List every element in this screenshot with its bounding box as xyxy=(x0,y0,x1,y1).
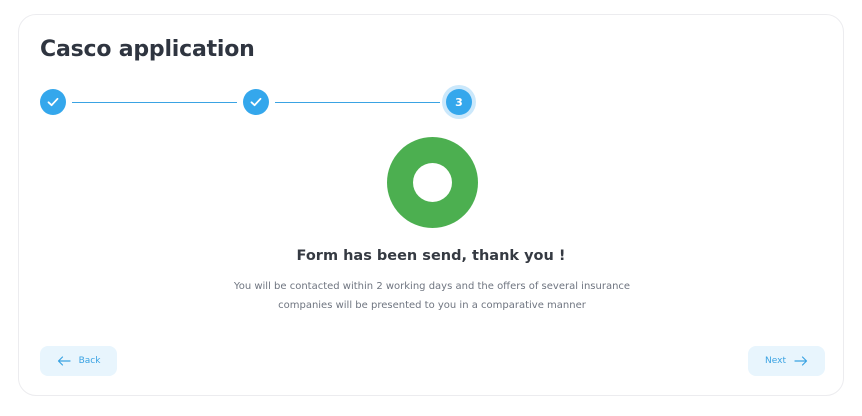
step-3-active[interactable]: 3 xyxy=(446,89,472,115)
step-1-completed[interactable] xyxy=(40,89,66,115)
success-ring-icon xyxy=(387,137,478,228)
page-title: Casco application xyxy=(40,37,255,62)
back-button[interactable]: Back xyxy=(40,346,117,376)
next-button[interactable]: Next xyxy=(748,346,825,376)
step-connector xyxy=(275,102,440,103)
arrow-right-icon xyxy=(794,356,808,366)
confirmation-message: You will be contacted within 2 working d… xyxy=(233,281,631,311)
next-button-label: Next xyxy=(765,356,786,366)
confirmation-headline: Form has been send, thank you ! xyxy=(296,248,566,264)
back-button-label: Back xyxy=(78,356,101,366)
check-icon xyxy=(47,97,59,107)
step-2-completed[interactable] xyxy=(243,89,269,115)
step-connector xyxy=(72,102,237,103)
step-number: 3 xyxy=(455,95,463,109)
application-card: Casco application 3 Form has been send, … xyxy=(18,14,844,396)
arrow-left-icon xyxy=(57,356,71,366)
check-icon xyxy=(250,97,262,107)
